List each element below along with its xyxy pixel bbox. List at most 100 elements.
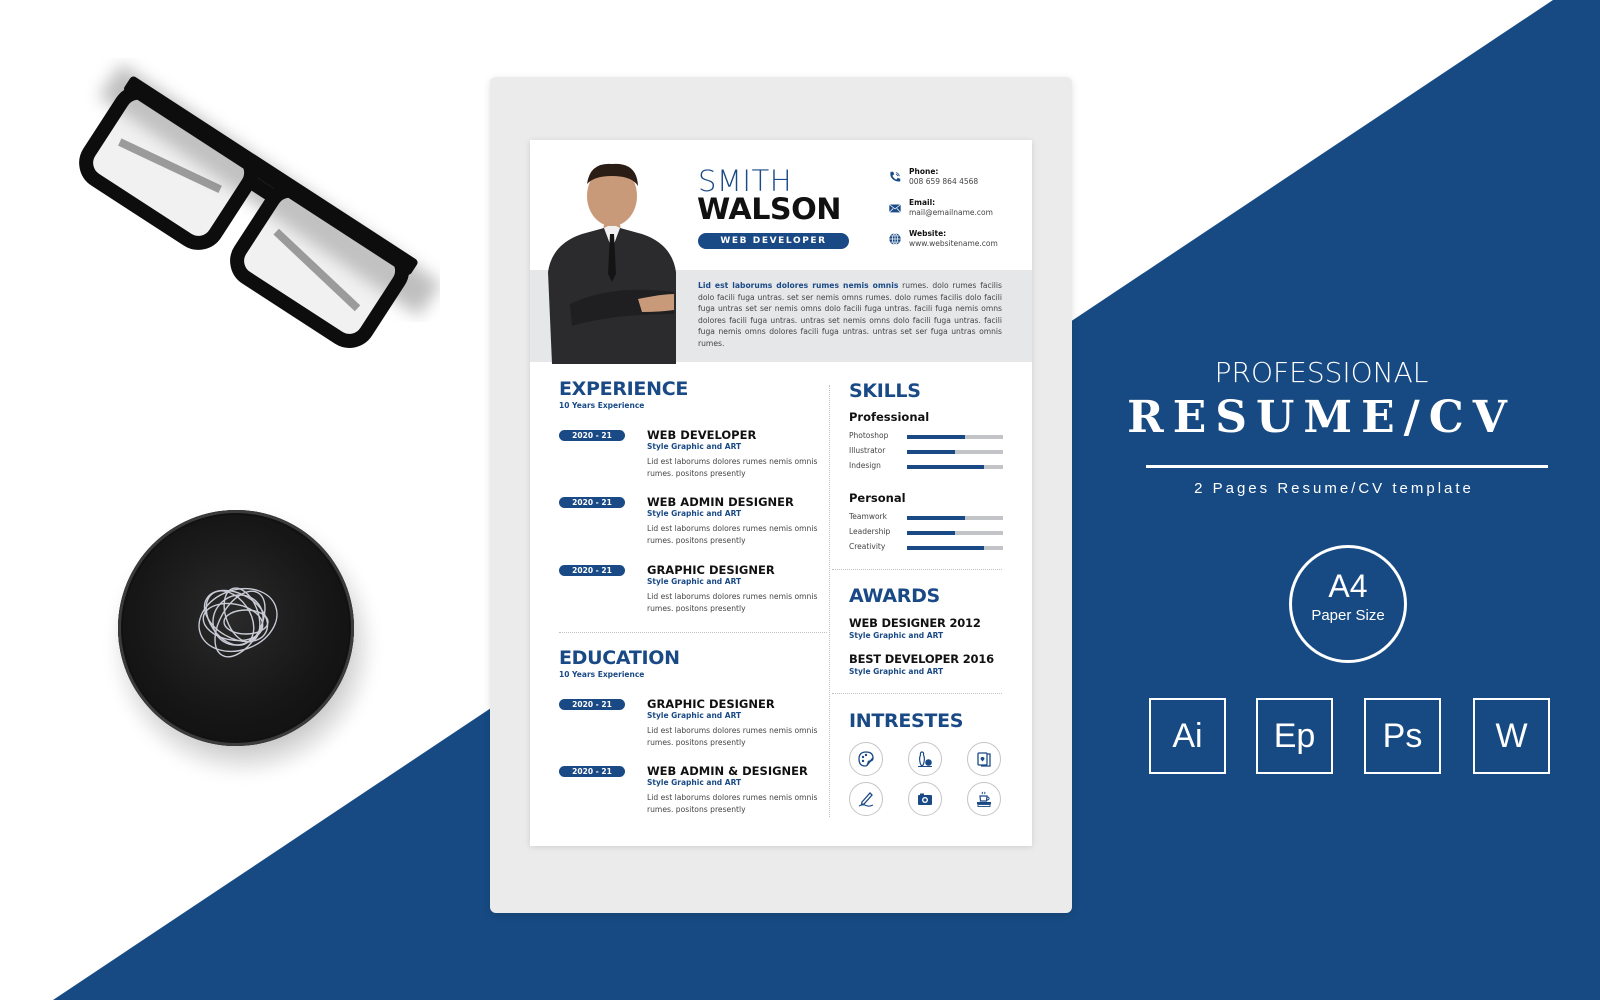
skills-personal-heading: Personal (849, 491, 906, 505)
skills-heading: SKILLS (849, 380, 921, 402)
palette-icon (858, 751, 874, 767)
skill-name: Creativity (849, 542, 886, 551)
skill-bar (907, 450, 1003, 454)
format-ps-badge: Ps (1364, 698, 1441, 774)
promo-headline: RESUME/CV (1127, 392, 1516, 443)
entry-subtitle: Style Graphic and ART (647, 577, 742, 586)
summary-lead: Lid est laborums dolores rumes nemis omn… (698, 281, 899, 290)
entry-description: Lid est laborums dolores rumes nemis omn… (647, 524, 818, 545)
skill-bar (907, 465, 1003, 469)
column-divider (829, 385, 830, 817)
entry-subtitle: Style Graphic and ART (647, 778, 742, 787)
entry-subtitle: Style Graphic and ART (647, 711, 742, 720)
skill-bar-fill (907, 546, 984, 550)
education-entry: 2020 - 21 GRAPHIC DESIGNER Style Graphic… (559, 697, 819, 759)
education-entry: 2020 - 21 WEB ADMIN & DESIGNER Style Gra… (559, 764, 819, 826)
skill-row: Illustrator (849, 446, 1003, 457)
skill-name: Teamwork (849, 512, 887, 521)
entry-subtitle: Style Graphic and ART (647, 442, 742, 451)
profile-photo (548, 163, 676, 364)
camera-icon (918, 793, 932, 805)
promo-kicker: PROFESSIONAL (1214, 356, 1429, 389)
entry-description: Lid est laborums dolores rumes nemis omn… (647, 457, 818, 478)
award-title: BEST DEVELOPER 2016 (849, 652, 994, 666)
eyeglasses-image (79, 63, 440, 348)
phone-value: 008 659 864 4568 (909, 177, 979, 186)
entry-title: WEB DEVELOPER (647, 428, 757, 442)
interest-item (849, 742, 883, 776)
playing-cards-icon (977, 752, 991, 767)
award-title: WEB DESIGNER 2012 (849, 616, 981, 630)
bowling-icon (918, 751, 932, 767)
date-badge: 2020 - 21 (559, 430, 625, 441)
entry-title: GRAPHIC DESIGNER (647, 563, 775, 577)
paperclip-bowl (118, 510, 354, 746)
promo-subline: 2 Pages Resume/CV template (1194, 480, 1474, 497)
paperclips-icon (198, 587, 278, 658)
entry-description: Lid est laborums dolores rumes nemis omn… (647, 726, 818, 747)
interest-item (967, 742, 1001, 776)
entry-subtitle: Style Graphic and ART (647, 509, 742, 518)
date-badge: 2020 - 21 (559, 497, 625, 508)
date-badge: 2020 - 21 (559, 766, 625, 777)
summary-text: rumes. dolo rumes facilis dolo facili fu… (698, 281, 1002, 348)
experience-heading: EXPERIENCE (559, 378, 689, 400)
experience-subheading: 10 Years Experience (559, 401, 645, 410)
skill-bar (907, 516, 1003, 520)
paper-size-label: Paper Size (1311, 607, 1385, 624)
interest-item (908, 742, 942, 776)
awards-heading: AWARDS (849, 585, 940, 607)
pencil-icon (858, 792, 874, 807)
skill-bar (907, 546, 1003, 550)
experience-entry: 2020 - 21 WEB DEVELOPER Style Graphic an… (559, 428, 819, 490)
skill-name: Photoshop (849, 431, 889, 440)
skill-row: Leadership (849, 527, 1003, 538)
education-heading: EDUCATION (559, 647, 680, 669)
interest-item (849, 782, 883, 816)
email-value: mail@emailname.com (909, 208, 993, 217)
phone-icon (890, 171, 901, 182)
format-word-badge: W (1473, 698, 1550, 774)
skill-bar-fill (907, 465, 984, 469)
divider (832, 693, 1002, 694)
contact-label: Website: (909, 229, 947, 238)
skill-bar-fill (907, 516, 965, 520)
interest-item (908, 782, 942, 816)
skill-bar-fill (907, 435, 965, 439)
skill-bar-fill (907, 531, 955, 535)
award-subtitle: Style Graphic and ART (849, 631, 944, 640)
role-badge: WEB DEVELOPER (698, 233, 849, 249)
skill-name: Leadership (849, 527, 891, 536)
date-badge: 2020 - 21 (559, 565, 625, 576)
entry-title: WEB ADMIN & DESIGNER (647, 764, 808, 778)
divider (832, 569, 1002, 570)
coffee-books-icon (977, 791, 991, 807)
contact-label: Phone: (909, 167, 939, 176)
format-eps-badge: Ep (1256, 698, 1333, 774)
skill-name: Illustrator (849, 446, 886, 455)
experience-entry: 2020 - 21 GRAPHIC DESIGNER Style Graphic… (559, 563, 819, 625)
divider (559, 632, 827, 633)
last-name: WALSON (697, 192, 841, 226)
skills-professional-heading: Professional (849, 410, 930, 424)
skill-bar (907, 435, 1003, 439)
entry-description: Lid est laborums dolores rumes nemis omn… (647, 592, 818, 613)
award-subtitle: Style Graphic and ART (849, 667, 944, 676)
date-badge: 2020 - 21 (559, 699, 625, 710)
promo-divider (1146, 465, 1548, 468)
entry-title: GRAPHIC DESIGNER (647, 697, 775, 711)
interests-heading: INTRESTES (849, 710, 964, 732)
skill-bar-fill (907, 450, 955, 454)
website-value: www.websitename.com (909, 239, 998, 248)
resume-page: SMITH WALSON WEB DEVELOPER Phone: 008 65… (530, 140, 1032, 846)
entry-description: Lid est laborums dolores rumes nemis omn… (647, 793, 818, 814)
skill-name: Indesign (849, 461, 881, 470)
experience-entry: 2020 - 21 WEB ADMIN DESIGNER Style Graph… (559, 495, 819, 557)
contact-label: Email: (909, 198, 936, 207)
skill-row: Indesign (849, 461, 1003, 472)
format-ai-badge: Ai (1149, 698, 1226, 774)
interest-item (967, 782, 1001, 816)
email-icon (889, 204, 901, 213)
skill-row: Photoshop (849, 431, 1003, 442)
skill-bar (907, 531, 1003, 535)
